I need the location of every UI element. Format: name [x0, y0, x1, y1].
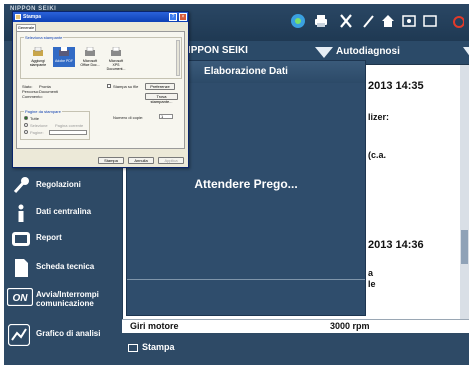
print-to-file-checkbox[interactable]: [107, 84, 111, 88]
printer-select-group: Seleziona stampante Aggiungi stampante A…: [20, 35, 182, 79]
printer-icon: [111, 47, 121, 56]
add-printer-icon: [33, 47, 43, 56]
processing-message: Attendere Prego...: [194, 177, 298, 191]
divider: [127, 279, 365, 280]
sidebar-item-report[interactable]: Report: [4, 224, 122, 254]
print-to-file-label: Stampa su file: [113, 84, 139, 89]
print-button[interactable]: Stampa: [128, 342, 175, 356]
rpm-label: Giri motore: [130, 321, 179, 331]
report-text-d: le: [368, 279, 376, 289]
window-icon[interactable]: [422, 13, 438, 29]
preferences-button[interactable]: Preferenze: [145, 83, 175, 90]
report-text-c: a: [368, 268, 374, 278]
copies-input[interactable]: 1: [159, 114, 173, 119]
range-pages-label: Pagine:: [30, 130, 44, 135]
group-title: Seleziona stampante: [24, 35, 64, 40]
sidebar-item-label: Report: [36, 233, 62, 242]
scrollbar[interactable]: [460, 65, 469, 319]
sidebar-item-label: Scheda tecnica: [36, 262, 95, 271]
print-dialog: Stampa ? × Generale Seleziona stampante …: [12, 11, 189, 168]
printer-name: Microsoft Office Doc...: [80, 59, 100, 67]
printer-name: Adobe PDF: [54, 59, 74, 63]
print-label: Stampa: [142, 342, 175, 352]
help-button[interactable]: ?: [169, 13, 177, 21]
range-all-label: Tutte: [30, 116, 39, 121]
close-button[interactable]: ×: [179, 13, 187, 21]
range-pages-radio[interactable]: [24, 130, 28, 134]
tools-icon[interactable]: [338, 13, 354, 29]
printer-item[interactable]: Aggiungi stampante: [27, 47, 49, 67]
document-icon: [15, 259, 28, 277]
on-icon: ON: [7, 288, 33, 306]
printer-item[interactable]: Microsoft XPS Document...: [105, 47, 127, 71]
dialog-title: Stampa: [23, 14, 42, 20]
sidebar-item-label: Dati centralina: [36, 207, 92, 216]
copies-label: Numero di copie:: [113, 115, 144, 120]
report-date-2: 2013 14:36: [368, 239, 424, 251]
chevron-down-icon[interactable]: [463, 47, 469, 58]
sidebar-item-label: Regolazioni: [36, 180, 81, 189]
sidebar-item-scheda-tecnica[interactable]: Scheda tecnica: [4, 253, 122, 283]
printer-icon: [128, 343, 138, 352]
rpm-row: Giri motore 3000 rpm: [122, 319, 469, 333]
printer-name: Microsoft XPS Document...: [106, 59, 126, 71]
label-line-1: Avvia/Interrompi: [36, 290, 99, 299]
wrench-icon: [13, 177, 29, 194]
report-date-1: 2013 14:35: [368, 80, 424, 92]
bluetooth-icon[interactable]: [290, 13, 306, 29]
rpm-value: 3000 rpm: [330, 321, 370, 331]
printer-icon: [15, 14, 21, 20]
printer-icon[interactable]: [313, 13, 329, 29]
label-line-2: comunicazione: [36, 299, 94, 308]
sidebar-item-label: Avvia/Interrompi comunicazione: [36, 290, 99, 308]
autodiagnosis-label: Autodiagnosi: [336, 46, 400, 57]
printer-scrollbar[interactable]: [176, 40, 180, 76]
report-icon: [12, 232, 30, 246]
monitor-icon[interactable]: [401, 13, 417, 29]
range-all-radio[interactable]: [24, 116, 28, 120]
bottom-bar: Stampa: [122, 334, 469, 365]
range-selection-radio[interactable]: [24, 123, 28, 127]
dialog-cancel-button[interactable]: Annulla: [128, 157, 154, 164]
dialog-print-button[interactable]: Stampa: [98, 157, 124, 164]
comment-label: Commento:: [22, 94, 43, 99]
report-text-b: (c.a.: [368, 150, 387, 160]
pen-icon[interactable]: [360, 13, 376, 29]
dialog-apply-button[interactable]: Applica: [158, 157, 184, 164]
power-icon[interactable]: [450, 13, 464, 29]
sidebar-item-regolazioni[interactable]: Regolazioni: [4, 171, 122, 201]
scrollbar-thumb[interactable]: [461, 230, 468, 264]
printer-icon: [59, 47, 69, 56]
sidebar-item-label: Grafico di analisi: [36, 329, 101, 338]
printer-icon: [85, 47, 95, 56]
dialog-title-bar: Stampa: [13, 12, 188, 22]
printer-item[interactable]: Microsoft Office Doc...: [79, 47, 101, 67]
sidebar-item-grafico[interactable]: Grafico di analisi: [4, 320, 122, 350]
printer-item-selected[interactable]: Adobe PDF: [53, 47, 75, 67]
info-icon: [18, 204, 24, 222]
svg-text:ON: ON: [13, 293, 29, 304]
chevron-down-icon: [315, 47, 333, 58]
range-current-label: Pagina corrente: [55, 123, 84, 128]
home-icon[interactable]: [380, 13, 396, 29]
sidebar-item-comunicazione[interactable]: ON Avvia/Interrompi comunicazione: [4, 281, 122, 317]
chart-icon: [8, 324, 30, 346]
pages-input[interactable]: [49, 130, 87, 135]
page-range-group: Pagine da stampare Tutte Selezione Pagin…: [20, 109, 90, 140]
range-selection-label: Selezione: [30, 123, 48, 128]
diagnostic-app: NIPPON SEIKI RUSCOTTO NIPPON SEIKI: [4, 4, 469, 365]
printer-name: Aggiungi stampante: [29, 59, 47, 67]
dialog-body: Seleziona stampante Aggiungi stampante A…: [16, 31, 185, 149]
report-text-a: lizer:: [368, 112, 390, 122]
group-title: Pagine da stampare: [24, 109, 62, 114]
tab-general[interactable]: Generale: [16, 24, 36, 31]
find-printer-button[interactable]: Trova stampante...: [145, 93, 178, 104]
